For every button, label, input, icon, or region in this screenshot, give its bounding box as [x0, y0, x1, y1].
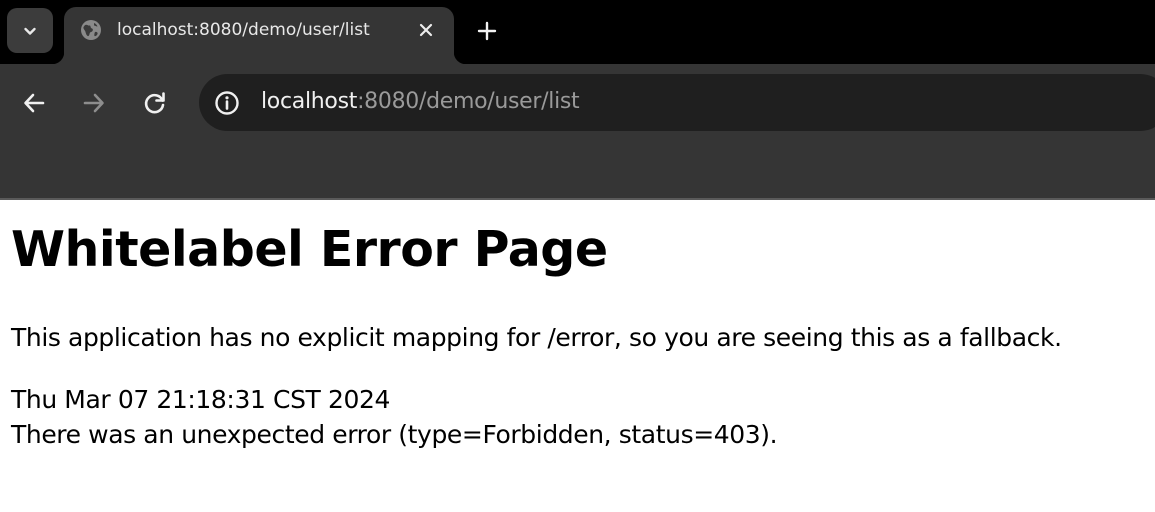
mapping-message: This application has no explicit mapping… [11, 323, 1062, 352]
plus-icon [477, 21, 497, 41]
url-host: localhost [261, 89, 358, 114]
new-tab-button[interactable] [473, 17, 501, 45]
chevron-down-icon [22, 23, 38, 39]
url-text[interactable]: localhost:8080/demo/user/list [261, 88, 580, 116]
page-content: Whitelabel Error Page This application h… [0, 200, 1155, 512]
forward-button[interactable] [79, 88, 109, 118]
info-icon [215, 91, 239, 115]
url-path: :8080/demo/user/list [357, 89, 580, 114]
error-timestamp: Thu Mar 07 21:18:31 CST 2024 [11, 385, 390, 414]
page-title: Whitelabel Error Page [11, 221, 608, 278]
site-info-button[interactable] [213, 89, 241, 117]
back-button[interactable] [19, 88, 49, 118]
tab-search-button[interactable] [7, 8, 53, 53]
toolbar: localhost:8080/demo/user/list [0, 64, 1155, 198]
reload-button[interactable] [140, 88, 170, 118]
reload-icon [144, 92, 165, 114]
tab-title: localhost:8080/demo/user/list [117, 20, 370, 40]
error-message: There was an unexpected error (type=Forb… [11, 420, 778, 449]
address-bar[interactable]: localhost:8080/demo/user/list [199, 74, 1155, 131]
arrow-left-icon [24, 93, 45, 113]
browser-window: localhost:8080/demo/user/list localhost:… [0, 0, 1155, 512]
arrow-right-icon [83, 93, 104, 113]
tab-active[interactable]: localhost:8080/demo/user/list [52, 7, 466, 64]
globe-icon [80, 19, 102, 41]
close-icon [419, 23, 433, 37]
close-tab-button[interactable] [416, 20, 436, 40]
tab-strip: localhost:8080/demo/user/list [0, 0, 1155, 64]
